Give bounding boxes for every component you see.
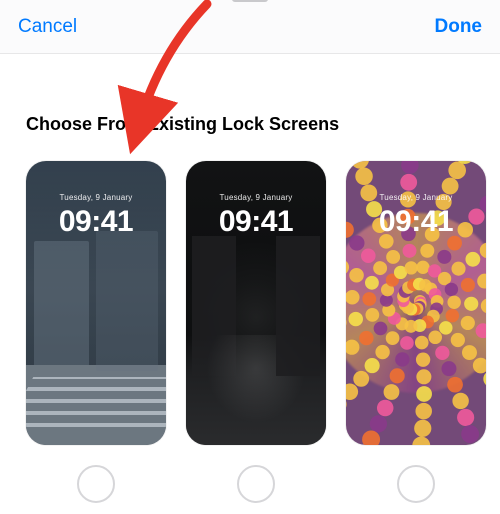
wallpaper-decoration	[186, 335, 326, 445]
radio-button[interactable]	[397, 465, 435, 503]
wallpaper-decoration	[346, 161, 486, 445]
cancel-button[interactable]: Cancel	[18, 16, 77, 38]
lock-screen-time: 09:41	[26, 205, 166, 239]
annotation-arrow-icon	[115, 54, 235, 158]
content-area: Choose From Existing Lock Screens Tuesda…	[0, 54, 500, 514]
section-title: Choose From Existing Lock Screens	[26, 114, 500, 135]
lock-screen-option[interactable]: Tuesday, 9 January 09:41	[346, 161, 486, 445]
lock-screen-date: Tuesday, 9 January	[186, 193, 326, 202]
lock-screen-date: Tuesday, 9 January	[26, 193, 166, 202]
lock-screen-time: 09:41	[186, 205, 326, 239]
done-button[interactable]: Done	[435, 16, 483, 38]
sheet-grabber-icon[interactable]	[232, 0, 268, 2]
lock-screen-option[interactable]: Tuesday, 9 January 09:41	[186, 161, 326, 445]
lock-screen-option[interactable]: Tuesday, 9 January 09:41	[26, 161, 166, 445]
lock-screen-date: Tuesday, 9 January	[346, 193, 486, 202]
navbar: Cancel Done	[0, 0, 500, 54]
lock-screen-time: 09:41	[346, 205, 486, 239]
selection-radio-row	[0, 465, 486, 503]
radio-button[interactable]	[237, 465, 275, 503]
radio-button[interactable]	[77, 465, 115, 503]
lock-screens-row: Tuesday, 9 January 09:41 Tuesday, 9 Janu…	[0, 161, 486, 445]
wallpaper-decoration	[26, 377, 166, 427]
